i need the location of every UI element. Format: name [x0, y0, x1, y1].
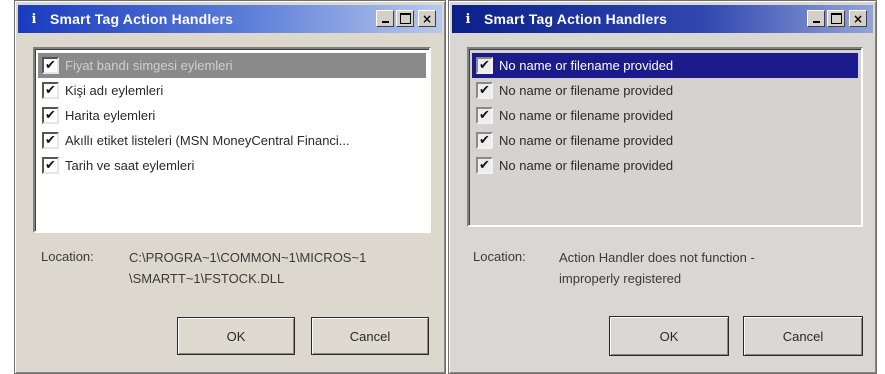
location-line-2: improperly registered — [559, 271, 682, 286]
ok-button[interactable]: OK — [609, 316, 729, 356]
list-item-label: No name or filename provided — [499, 83, 674, 98]
list-item-label: Fiyat bandı simgesi eylemleri — [65, 58, 233, 73]
title-bar[interactable]: i Smart Tag Action Handlers × — [18, 5, 442, 33]
checkmark-icon: ✔ — [45, 58, 56, 73]
list-item[interactable]: ✔ Kişi adı eylemleri — [38, 78, 426, 103]
smart-tag-dialog-right: i Smart Tag Action Handlers × ✔ No name … — [448, 0, 877, 374]
window-controls: × — [807, 10, 867, 27]
location-label: Location: — [473, 249, 526, 264]
smart-tag-dialog-left: i Smart Tag Action Handlers × ✔ Fiyat ba… — [14, 0, 446, 374]
checkmark-icon: ✔ — [479, 58, 490, 73]
location-line-1: C:\PROGRA~1\COMMON~1\MICROS~1 — [129, 250, 367, 265]
checkmark-icon: ✔ — [479, 158, 490, 173]
checkbox[interactable]: ✔ — [476, 57, 493, 74]
list-item[interactable]: ✔ Akıllı etiket listeleri (MSN MoneyCent… — [38, 128, 426, 153]
checkbox[interactable]: ✔ — [476, 132, 493, 149]
list-item[interactable]: ✔ No name or filename provided — [472, 53, 858, 78]
close-button[interactable]: × — [418, 10, 436, 27]
checkbox[interactable]: ✔ — [42, 57, 59, 74]
window-title: Smart Tag Action Handlers — [484, 11, 668, 27]
checkbox[interactable]: ✔ — [42, 132, 59, 149]
list-item-label: No name or filename provided — [499, 108, 674, 123]
checkmark-icon: ✔ — [479, 108, 490, 123]
list-item-label: No name or filename provided — [499, 158, 674, 173]
list-item[interactable]: ✔ No name or filename provided — [472, 153, 858, 178]
cancel-button[interactable]: Cancel — [743, 316, 863, 356]
list-item-label: No name or filename provided — [499, 133, 674, 148]
list-item-label: Kişi adı eylemleri — [65, 83, 164, 98]
maximize-button[interactable] — [827, 10, 845, 27]
ok-button[interactable]: OK — [177, 317, 295, 355]
checkbox[interactable]: ✔ — [476, 107, 493, 124]
minimize-button[interactable] — [807, 10, 825, 27]
location-line-2: \SMARTT~1\FSTOCK.DLL — [129, 271, 285, 286]
checkbox[interactable]: ✔ — [476, 157, 493, 174]
location-info: Location: C:\PROGRA~1\COMMON~1\MICROS~1 … — [41, 249, 441, 289]
list-item[interactable]: ✔ No name or filename provided — [472, 103, 858, 128]
list-item[interactable]: ✔ Harita eylemleri — [38, 103, 426, 128]
list-item[interactable]: ✔ Fiyat bandı simgesi eylemleri — [38, 53, 426, 78]
checkmark-icon: ✔ — [45, 158, 56, 173]
checkbox[interactable]: ✔ — [42, 107, 59, 124]
checkmark-icon: ✔ — [45, 133, 56, 148]
location-label: Location: — [41, 249, 94, 264]
cancel-button[interactable]: Cancel — [311, 317, 429, 355]
title-bar[interactable]: i Smart Tag Action Handlers × — [452, 5, 873, 33]
location-info: Location: Action Handler does not functi… — [473, 249, 873, 289]
list-item[interactable]: ✔ No name or filename provided — [472, 128, 858, 153]
checkmark-icon: ✔ — [479, 83, 490, 98]
maximize-button[interactable] — [396, 10, 414, 27]
info-icon: i — [31, 11, 37, 27]
action-handler-list[interactable]: ✔ No name or filename provided ✔ No name… — [467, 47, 863, 227]
list-item[interactable]: ✔ No name or filename provided — [472, 78, 858, 103]
window-title: Smart Tag Action Handlers — [50, 11, 234, 27]
list-item-label: Akıllı etiket listeleri (MSN MoneyCentra… — [65, 133, 350, 148]
checkmark-icon: ✔ — [45, 108, 56, 123]
location-line-1: Action Handler does not function - — [559, 250, 755, 265]
window-controls: × — [376, 10, 436, 27]
action-handler-list[interactable]: ✔ Fiyat bandı simgesi eylemleri ✔ Kişi a… — [33, 47, 431, 233]
list-item-label: Tarih ve saat eylemleri — [65, 158, 195, 173]
list-item-label: Harita eylemleri — [65, 108, 156, 123]
close-button[interactable]: × — [849, 10, 867, 27]
list-item[interactable]: ✔ Tarih ve saat eylemleri — [38, 153, 426, 178]
location-value: Action Handler does not function - impro… — [559, 247, 819, 289]
checkbox[interactable]: ✔ — [476, 82, 493, 99]
checkbox[interactable]: ✔ — [42, 82, 59, 99]
checkmark-icon: ✔ — [479, 133, 490, 148]
list-item-label: No name or filename provided — [499, 58, 674, 73]
minimize-button[interactable] — [376, 10, 394, 27]
location-value: C:\PROGRA~1\COMMON~1\MICROS~1 \SMARTT~1\… — [129, 247, 434, 289]
checkmark-icon: ✔ — [45, 83, 56, 98]
checkbox[interactable]: ✔ — [42, 157, 59, 174]
info-icon: i — [465, 11, 471, 27]
